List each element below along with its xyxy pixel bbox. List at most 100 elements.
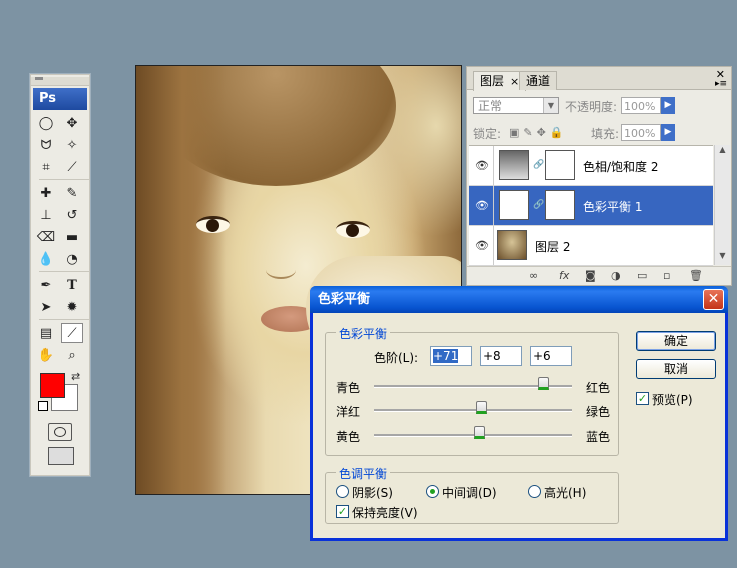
slider-left-label: 洋红: [336, 405, 361, 419]
tab-close-icon[interactable]: ×: [510, 75, 519, 88]
history-brush-tool-icon[interactable]: ↺: [61, 205, 83, 225]
group-title: 色调平衡: [336, 465, 391, 482]
fill-input[interactable]: 100%: [621, 124, 661, 141]
layers-bottom-bar: ∞ fx ◙ ◑ ▭ ▫ 🗑: [467, 266, 731, 285]
preview-label[interactable]: 预览(P): [652, 391, 693, 408]
lasso-tool-icon[interactable]: ᗢ: [35, 135, 57, 155]
slice-tool-icon[interactable]: ⟋: [61, 157, 83, 177]
crop-tool-icon[interactable]: ⌗: [35, 157, 57, 177]
link-icon: 🔗: [533, 200, 545, 210]
trash-icon[interactable]: 🗑: [689, 269, 703, 282]
magenta-green-track[interactable]: [374, 409, 572, 412]
group-title: 色彩平衡: [336, 325, 391, 342]
hand-tool-icon[interactable]: ✋: [35, 345, 57, 365]
blend-mode-select[interactable]: 正常 ▼: [473, 97, 559, 114]
notes-tool-icon[interactable]: ▤: [35, 323, 57, 343]
folder-icon[interactable]: ▭: [637, 269, 647, 282]
type-tool-icon[interactable]: T: [61, 275, 83, 295]
quick-mask-icon[interactable]: [48, 423, 72, 441]
magenta-green-slider-thumb[interactable]: [475, 401, 487, 414]
path-selection-tool-icon[interactable]: ➤: [35, 297, 57, 317]
preview-checkbox[interactable]: ✓: [636, 392, 649, 405]
marquee-tool-icon[interactable]: ◯: [35, 113, 57, 133]
move-tool-icon[interactable]: ✥: [61, 113, 83, 133]
slider-left-label: 青色: [336, 381, 361, 395]
slider-left-label: 黄色: [336, 430, 361, 444]
preserve-luminosity-label[interactable]: 保持亮度(V): [352, 504, 418, 521]
layer-row-layer-2[interactable]: 👁 图层 2: [469, 226, 713, 266]
brush-tool-icon[interactable]: ✎: [61, 183, 83, 203]
level-magenta-green-input[interactable]: +8: [480, 346, 522, 366]
mask-icon[interactable]: ◙: [585, 269, 596, 282]
slider-right-label: 绿色: [586, 405, 611, 419]
level-cyan-red-input[interactable]: +71: [430, 346, 472, 366]
blur-tool-icon[interactable]: 💧: [35, 249, 57, 269]
magic-wand-tool-icon[interactable]: ✧: [61, 135, 83, 155]
healing-brush-tool-icon[interactable]: ✚: [35, 183, 57, 203]
tab-channels[interactable]: 通道: [519, 71, 558, 90]
scroll-down-icon[interactable]: ▼: [715, 251, 730, 265]
layer-name: 色相/饱和度 2: [583, 160, 659, 174]
default-colors-icon[interactable]: [38, 401, 48, 411]
shadows-radio[interactable]: [336, 485, 349, 498]
cyan-red-slider-thumb[interactable]: [538, 377, 550, 390]
gradient-tool-icon[interactable]: ▬: [61, 227, 83, 247]
custom-shape-tool-icon[interactable]: ✹: [61, 297, 83, 317]
tools-palette: Ps ◯ ✥ ᗢ ✧ ⌗ ⟋ ✚ ✎ ⊥ ↺ ⌫ ▬ 💧 ◔ ✒ T ➤ ✹ ▤…: [30, 74, 90, 476]
photo-eye-left: [196, 216, 230, 233]
midtones-radio[interactable]: [426, 485, 439, 498]
layers-scrollbar[interactable]: ▲ ▼: [714, 145, 730, 265]
opacity-arrow-icon[interactable]: ▶: [661, 97, 675, 114]
ps-logo[interactable]: Ps: [33, 88, 87, 110]
layers-panel: 图层 × 通道 ✕ ▸≡ 正常 ▼ 不透明度: 100% ▶ 锁定: ▣✎✥🔒 填充…: [466, 66, 732, 286]
palette-grip[interactable]: [31, 77, 89, 86]
level-yellow-blue-input[interactable]: +6: [530, 346, 572, 366]
adjustment-icon[interactable]: ◑: [611, 269, 621, 282]
layer-name: 色彩平衡 1: [583, 200, 643, 214]
scroll-up-icon[interactable]: ▲: [715, 145, 730, 159]
visibility-eye-icon[interactable]: 👁: [471, 146, 494, 185]
layer-row-hue-saturation[interactable]: 👁 🔗 色相/饱和度 2: [469, 146, 713, 186]
preserve-luminosity-checkbox[interactable]: ✓: [336, 505, 349, 518]
link-icon: 🔗: [533, 160, 545, 170]
lock-icons[interactable]: ▣✎✥🔒: [509, 126, 568, 139]
shadows-label[interactable]: 阴影(S): [352, 484, 393, 501]
visibility-eye-icon[interactable]: 👁: [471, 186, 494, 225]
pen-tool-icon[interactable]: ✒: [35, 275, 57, 295]
midtones-label[interactable]: 中间调(D): [442, 484, 497, 501]
zoom-tool-icon[interactable]: ⌕: [61, 345, 83, 365]
link-icon[interactable]: ∞: [529, 269, 538, 282]
layer-row-color-balance[interactable]: 👁 🔗 色彩平衡 1: [469, 186, 713, 226]
adjustment-thumbnail: [499, 150, 529, 180]
highlights-label[interactable]: 高光(H): [544, 484, 586, 501]
opacity-label: 不透明度:: [565, 100, 618, 114]
foreground-color-swatch[interactable]: [40, 373, 65, 398]
eraser-tool-icon[interactable]: ⌫: [35, 227, 57, 247]
color-balance-group: 色彩平衡 色阶(L): +71 +8 +6 青色 红色 洋红 绿色 黄色 蓝色: [325, 325, 619, 456]
fill-arrow-icon[interactable]: ▶: [661, 124, 675, 141]
photo-eye-right: [336, 221, 370, 238]
opacity-input[interactable]: 100%: [621, 97, 661, 114]
photo-nose: [266, 261, 296, 279]
panel-menu-icon[interactable]: ▸≡: [715, 79, 727, 89]
swap-colors-icon[interactable]: ⇄: [71, 370, 80, 383]
yellow-blue-slider-thumb[interactable]: [473, 426, 485, 439]
new-layer-icon[interactable]: ▫: [663, 269, 670, 282]
ok-button[interactable]: 确定: [636, 331, 716, 351]
layer-thumbnail: [497, 230, 527, 260]
slider-right-label: 蓝色: [586, 430, 611, 444]
mask-thumbnail[interactable]: [545, 190, 575, 220]
highlights-radio[interactable]: [528, 485, 541, 498]
cancel-button[interactable]: 取消: [636, 359, 716, 379]
fx-icon[interactable]: fx: [559, 269, 569, 282]
clone-stamp-tool-icon[interactable]: ⊥: [35, 205, 57, 225]
mask-thumbnail[interactable]: [545, 150, 575, 180]
eyedropper-tool-icon[interactable]: ⟋: [61, 323, 83, 343]
levels-label: 色阶(L):: [374, 351, 419, 365]
visibility-eye-icon[interactable]: 👁: [471, 226, 494, 265]
dialog-title[interactable]: 色彩平衡 ✕: [310, 286, 728, 313]
screen-mode-icon[interactable]: [48, 447, 74, 465]
close-icon[interactable]: ✕: [703, 289, 724, 310]
dodge-tool-icon[interactable]: ◔: [61, 249, 83, 269]
fill-label: 填充:: [591, 127, 620, 141]
